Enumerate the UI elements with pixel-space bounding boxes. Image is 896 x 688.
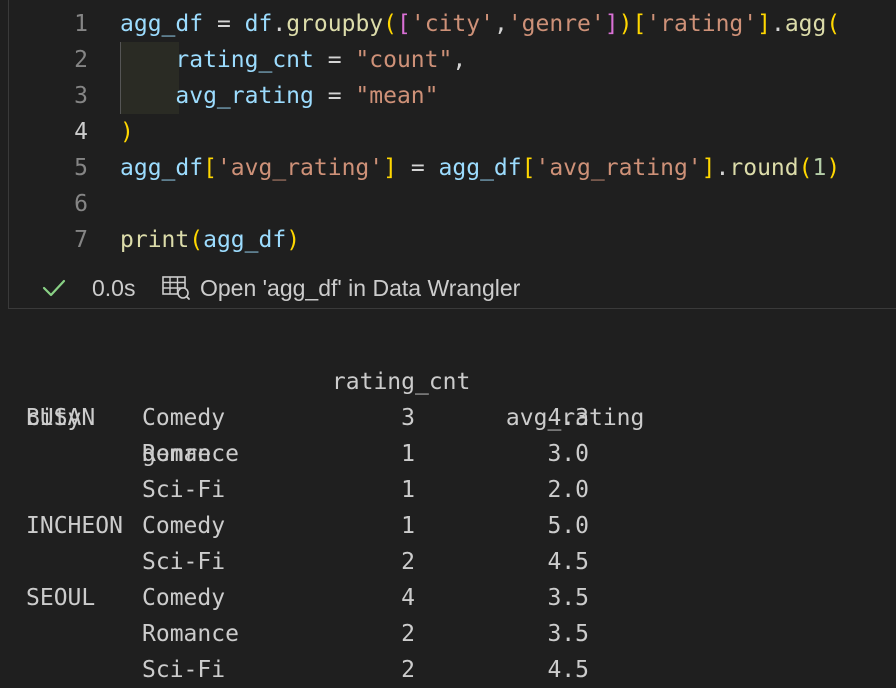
code-token: "mean": [355, 83, 439, 109]
output-cell-avg-rating: 4.5: [547, 549, 589, 575]
code-token: 1: [812, 155, 827, 181]
table-icon: [162, 276, 190, 300]
code-token: ): [286, 227, 301, 253]
line-number: 3: [74, 83, 88, 109]
code-token: agg: [784, 11, 827, 37]
output-cell-avg-rating: 4.5: [547, 657, 589, 683]
code-token: ): [618, 11, 633, 37]
code-token: ): [826, 155, 841, 181]
code-cell[interactable]: 1 agg_df = df.groupby(['city','genre'])['…: [0, 0, 896, 310]
code-token: ,: [452, 47, 467, 73]
code-token: ]: [701, 155, 716, 181]
code-token: print: [120, 227, 190, 253]
code-token: agg_df: [203, 227, 287, 253]
code-token: (: [798, 155, 813, 181]
code-token: agg_df: [120, 155, 204, 181]
line-number: 6: [74, 191, 88, 217]
check-icon: [42, 279, 66, 297]
output-cell-avg-rating: 3.0: [547, 441, 589, 467]
code-token: ): [120, 119, 134, 145]
code-token: (: [383, 11, 397, 37]
code-token: (: [189, 227, 204, 253]
open-data-wrangler-label[interactable]: Open 'agg_df' in Data Wrangler: [200, 270, 520, 306]
code-token: 'genre': [507, 11, 605, 37]
output-cell-city: INCHEON: [26, 513, 123, 539]
code-token: 'city': [410, 11, 494, 37]
code-token: [: [397, 11, 411, 37]
output-cell-genre: Comedy: [142, 513, 226, 539]
output-cell-city: SEOUL: [26, 585, 96, 611]
cell-output: rating_cnt avg_rating city genre BUSAN Co…: [0, 310, 896, 688]
code-token: [: [203, 155, 217, 181]
output-cell-rating-cnt: 3: [401, 405, 415, 431]
code-token: =: [313, 47, 356, 73]
column-header-rating-cnt: rating_cnt: [331, 369, 471, 395]
output-cell-avg-rating: 3.5: [547, 621, 589, 647]
line-number: 1: [74, 11, 88, 37]
code-text[interactable]: print(agg_df): [120, 222, 300, 258]
output-cell-genre: Romance: [142, 441, 239, 467]
code-token: =: [203, 11, 245, 37]
code-text[interactable]: rating_cnt = "count",: [120, 42, 466, 78]
output-index-names-row: city genre: [26, 364, 211, 467]
output-cell-rating-cnt: 2: [401, 657, 415, 683]
line-number: 4: [74, 119, 88, 145]
output-cell-avg-rating: 3.5: [547, 585, 589, 611]
code-text[interactable]: agg_df = df.groupby(['city','genre'])['r…: [120, 6, 840, 42]
output-cell-avg-rating: 5.0: [547, 513, 589, 539]
line-number: 5: [74, 155, 88, 181]
line-number: 7: [74, 227, 88, 253]
code-token: avg_rating: [175, 83, 314, 109]
code-text[interactable]: agg_df['avg_rating'] = agg_df['avg_ratin…: [120, 150, 840, 186]
output-cell-rating-cnt: 2: [401, 549, 415, 575]
output-cell-genre: Sci-Fi: [142, 657, 226, 683]
output-cell-genre: Romance: [142, 621, 239, 647]
code-token: "count": [355, 47, 453, 73]
execution-time: 0.0s: [92, 275, 136, 301]
line-number: 2: [74, 47, 88, 73]
output-cell-avg-rating: 4.3: [547, 405, 589, 431]
code-token: (: [826, 11, 841, 37]
cell-bottom-border: [8, 308, 896, 309]
code-token: 'rating': [646, 11, 758, 37]
output-header-row: rating_cnt avg_rating: [26, 328, 644, 431]
code-token: ]: [604, 11, 619, 37]
code-token: 'avg_rating': [216, 155, 384, 181]
output-cell-genre: Sci-Fi: [142, 549, 226, 575]
code-token: [: [632, 11, 647, 37]
output-cell-genre: Comedy: [142, 405, 226, 431]
code-token: [: [521, 155, 536, 181]
output-cell-rating-cnt: 4: [401, 585, 415, 611]
code-token: agg_df: [438, 155, 522, 181]
code-token: =: [396, 155, 439, 181]
output-cell-genre: Comedy: [142, 585, 226, 611]
code-token: =: [313, 83, 356, 109]
code-token: .: [272, 11, 287, 37]
code-token: .: [715, 155, 730, 181]
code-text[interactable]: avg_rating = "mean": [120, 78, 439, 114]
output-cell-rating-cnt: 1: [401, 441, 415, 467]
cell-status-bar: 0.0s Open 'agg_df' in Data Wrangler: [0, 270, 896, 306]
code-token: df: [244, 11, 273, 37]
output-cell-city: BUSAN: [26, 405, 96, 431]
output-cell-genre: Sci-Fi: [142, 477, 226, 503]
cell-left-border: [8, 0, 9, 308]
code-token: agg_df: [120, 11, 204, 37]
output-cell-rating-cnt: 1: [401, 513, 415, 539]
code-token: 'avg_rating': [535, 155, 702, 181]
code-token: round: [729, 155, 799, 181]
output-cell-rating-cnt: 2: [401, 621, 415, 647]
code-token: ]: [383, 155, 397, 181]
code-token: ]: [757, 11, 771, 37]
code-token: groupby: [286, 11, 384, 37]
output-cell-rating-cnt: 1: [401, 477, 415, 503]
output-cell-avg-rating: 2.0: [547, 477, 589, 503]
code-text[interactable]: ): [120, 114, 134, 150]
code-token: ,: [493, 11, 508, 37]
code-token: rating_cnt: [175, 47, 314, 73]
code-token: .: [770, 11, 785, 37]
